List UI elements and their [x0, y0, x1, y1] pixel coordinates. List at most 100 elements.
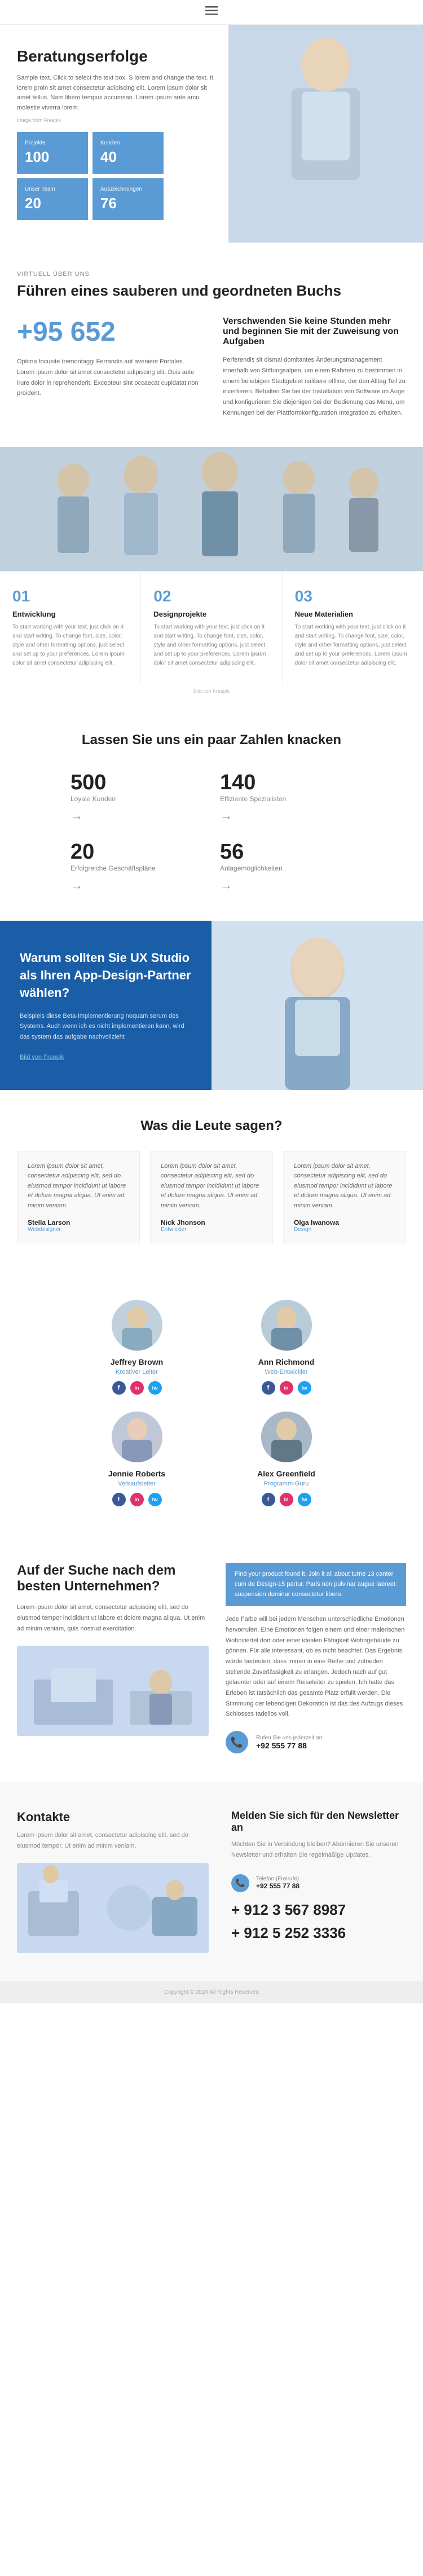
testimonial-card-0: Lorem ipsum dolor sit amet, consectetur … — [17, 1151, 140, 1244]
team-section: Jeffrey Brown Kreativer Leiter f in tw A… — [0, 1294, 423, 1535]
social-facebook-2[interactable]: f — [112, 1493, 126, 1506]
contact-title: Kontakte — [17, 1810, 209, 1825]
member-name-3: Alex Greenfield — [220, 1469, 352, 1478]
contact-image-placeholder — [17, 1863, 209, 1953]
member-socials-2: f in tw — [70, 1493, 203, 1506]
social-facebook-0[interactable]: f — [112, 1381, 126, 1395]
cta-right — [211, 921, 423, 1090]
stat-card-0: Projekte 100 — [17, 132, 88, 174]
find-right-text: Jede Farbe will bei jedem Menschen unter… — [226, 1614, 406, 1720]
find-right: Find your product found it. Join it all … — [226, 1563, 406, 1753]
hero-image-placeholder — [228, 25, 423, 243]
hamburger-icon[interactable] — [205, 6, 218, 19]
steps-section: 01 Entwicklung To start working with you… — [0, 571, 423, 704]
call-icon: 📞 — [226, 1731, 248, 1753]
stats-grid: Projekte 100 Kunden 40 Unser Team 20 Aus… — [17, 132, 164, 220]
find-highlight-box: Find your product found it. Join it all … — [226, 1563, 406, 1606]
contact-phone-item: 📞 Telefon (Freirufe) +92 555 77 88 — [231, 1874, 406, 1892]
social-twitter-2[interactable]: tw — [148, 1493, 162, 1506]
testimonials-section: Was die Leute sagen? Lorem ipsum dolor s… — [0, 1090, 423, 1295]
stat-label-0: Projekte — [25, 140, 80, 146]
social-twitter-0[interactable]: tw — [148, 1381, 162, 1395]
social-facebook-3[interactable]: f — [262, 1493, 275, 1506]
arrow-icon-2: → — [70, 878, 203, 893]
phone-small-icon: 📞 — [235, 1878, 245, 1888]
step-title-0: Entwicklung — [12, 610, 128, 618]
social-facebook-1[interactable]: f — [262, 1381, 275, 1395]
cta-section: Warum sollten Sie UX Studio als Ihren Ap… — [0, 921, 423, 1090]
about-content: +95 652 Optima focusite tremontaggi Ferr… — [17, 316, 406, 418]
cta-left: Warum sollten Sie UX Studio als Ihren Ap… — [0, 921, 211, 1090]
number-big-3: 56 — [220, 840, 352, 864]
social-instagram-3[interactable]: in — [280, 1493, 293, 1506]
team-member-2: Jennie Roberts Verkaufsleiter f in tw — [70, 1412, 203, 1506]
testimonial-text-0: Lorem ipsum dolor sit amet, consectetur … — [28, 1162, 129, 1211]
social-twitter-1[interactable]: tw — [298, 1381, 311, 1395]
number-label-2: Erfolgreiche Geschäftspläne — [70, 864, 203, 872]
stat-number-0: 100 — [25, 148, 80, 166]
hero-title: Beratungserfolge — [17, 47, 216, 65]
find-image-placeholder — [17, 1646, 209, 1736]
hero-content: Beratungserfolge Sample text. Click to s… — [0, 25, 233, 243]
step-item-1: 02 Designprojekte To start working with … — [141, 572, 282, 684]
number-item-1: 140 Effiziente Spezialisten → — [220, 771, 352, 823]
phone-icon: 📞 — [231, 1737, 243, 1748]
testimonial-role-2: Design — [294, 1227, 395, 1233]
about-left-text: Optima focusite tremontaggi Ferrandis au… — [17, 357, 200, 399]
find-left: Auf der Suche nach dem besten Unternehme… — [17, 1563, 209, 1735]
call-section: 📞 Rufen Sie uns jederzeit an +92 555 77 … — [226, 1731, 406, 1753]
about-right-title: Verschwenden Sie keine Stunden mehr und … — [223, 316, 406, 347]
contact-desc: Lorem ipsum dolor sit amet, consectetur … — [17, 1830, 209, 1851]
member-avatar-3 — [261, 1412, 312, 1462]
member-socials-0: f in tw — [70, 1381, 203, 1395]
team-member-1: Ann Richmond Web-Entwickler f in tw — [220, 1300, 352, 1395]
contact-right: Melden Sie sich für den Newsletter an Mö… — [231, 1810, 406, 1953]
big-phone-1: + 912 5 252 3336 — [231, 1924, 406, 1942]
contact-phone-info: Telefon (Freirufe) +92 555 77 88 — [256, 1876, 299, 1890]
newsletter-title: Melden Sie sich für den Newsletter an — [231, 1810, 406, 1834]
stat-label-3: Auszeichnungen — [100, 186, 156, 192]
header — [0, 0, 423, 25]
step-item-2: 03 Neue Materialien To start working wit… — [283, 572, 423, 684]
numbers-title: Lassen Sie uns ein paar Zahlen knacken — [17, 732, 406, 748]
team-member-0: Jeffrey Brown Kreativer Leiter f in tw — [70, 1300, 203, 1395]
number-label-1: Effiziente Spezialisten — [220, 795, 352, 803]
hero-attribution: Image from Freepik — [17, 117, 216, 123]
stat-label-2: Unser Team — [25, 186, 80, 192]
testimonial-text-2: Lorem ipsum dolor sit amet, consectetur … — [294, 1162, 395, 1211]
step-number-2: 03 — [295, 587, 411, 605]
stat-number-1: 40 — [100, 148, 156, 166]
social-instagram-1[interactable]: in — [280, 1381, 293, 1395]
testimonial-author-1: Nick Jhonson — [161, 1219, 262, 1227]
step-text-1: To start working with your text, just cl… — [153, 623, 269, 668]
about-title: Führen eines sauberen und geordneten Buc… — [17, 282, 406, 300]
big-phone-0: + 912 3 567 8987 — [231, 1901, 406, 1919]
member-name-1: Ann Richmond — [220, 1357, 352, 1366]
step-title-1: Designprojekte — [153, 610, 269, 618]
cta-title: Warum sollten Sie UX Studio als Ihren Ap… — [20, 949, 192, 1001]
member-role-0: Kreativer Leiter — [70, 1369, 203, 1375]
stat-number-3: 76 — [100, 195, 156, 212]
hero-section: Beratungserfolge Sample text. Click to s… — [0, 25, 423, 243]
social-twitter-3[interactable]: tw — [298, 1493, 311, 1506]
member-name-0: Jeffrey Brown — [70, 1357, 203, 1366]
number-big-0: 500 — [70, 771, 203, 795]
step-number-1: 02 — [153, 587, 269, 605]
social-instagram-2[interactable]: in — [130, 1493, 144, 1506]
team-grid: Jeffrey Brown Kreativer Leiter f in tw A… — [70, 1300, 352, 1506]
phone-label: Telefon (Freirufe) — [256, 1876, 299, 1882]
number-big-1: 140 — [220, 771, 352, 795]
about-left: +95 652 Optima focusite tremontaggi Ferr… — [17, 316, 200, 418]
call-info: Rufen Sie uns jederzeit an +92 555 77 88 — [256, 1735, 322, 1750]
about-label: Virtuell Über uns — [17, 271, 406, 278]
member-role-2: Verkaufsleiter — [70, 1480, 203, 1487]
social-instagram-0[interactable]: in — [130, 1381, 144, 1395]
stat-number-2: 20 — [25, 195, 80, 212]
about-section: Virtuell Über uns Führen eines sauberen … — [0, 243, 423, 446]
cta-text: Beispiels diese Beta-Implementierung noq… — [20, 1011, 192, 1043]
member-avatar-0 — [112, 1300, 162, 1351]
step-text-0: To start working with your text, just cl… — [12, 623, 128, 668]
cta-link[interactable]: Bild von Freepik — [20, 1054, 192, 1061]
member-socials-3: f in tw — [220, 1493, 352, 1506]
steps-attribution: Bild von Freepik — [0, 684, 423, 698]
